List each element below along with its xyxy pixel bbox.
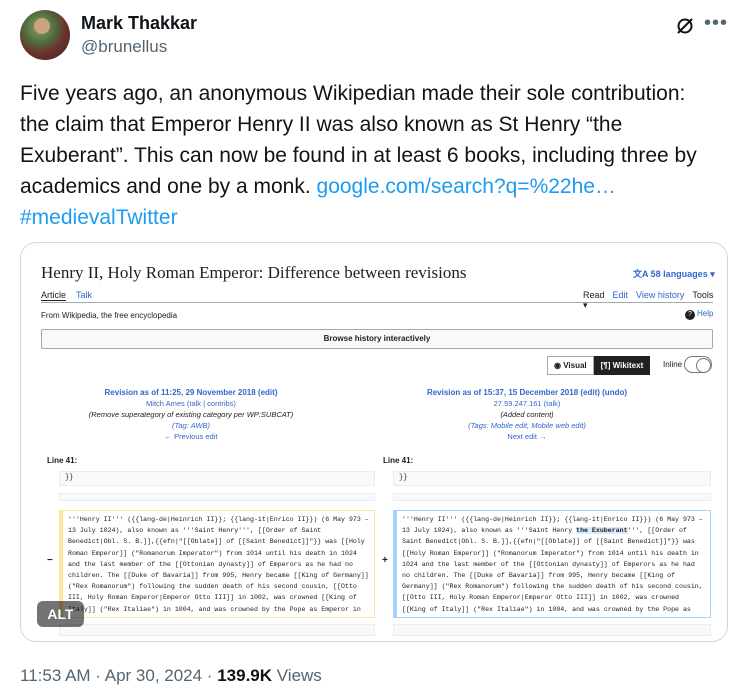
wikipedia-diff-screenshot: Henry II, Holy Roman Emperor: Difference… <box>21 243 727 641</box>
tab-read: Read <box>583 290 605 300</box>
old-revision-user: Mitch Ames (talk | contribs) <box>146 399 236 408</box>
new-revision-summary: (Added content) <box>500 410 554 419</box>
removed-line: '''Henry II''' ({{lang-de|Heinrich II}};… <box>59 510 375 618</box>
browse-history-button: Browse history interactively <box>41 329 713 349</box>
new-revision-header: Revision as of 15:37, 15 December 2018 (… <box>377 387 677 442</box>
views-count: 139.9K <box>217 666 273 685</box>
previous-edit-link: ← Previous edit <box>164 432 218 441</box>
trailing-line-right <box>393 624 711 636</box>
context-line-right: }} <box>393 471 711 486</box>
inline-switch <box>684 356 712 373</box>
alt-text-badge[interactable]: ALT <box>37 601 84 627</box>
visual-button: ◉ Visual <box>547 356 594 375</box>
added-marker: + <box>382 555 388 566</box>
removed-marker: − <box>47 555 53 566</box>
context-line-left: }} <box>59 471 375 486</box>
tab-talk: Talk <box>76 290 93 300</box>
page-title: Henry II, Holy Roman Emperor: Difference… <box>41 263 467 282</box>
wikitext-icon: [¶] <box>600 361 613 370</box>
next-edit-link: Next edit → <box>507 432 547 441</box>
old-revision-summary: (Remove superategory of existing categor… <box>88 410 294 419</box>
eye-icon: ◉ <box>554 361 564 370</box>
divider <box>41 302 713 303</box>
author-name[interactable]: Mark Thakkar <box>81 13 197 34</box>
timestamp[interactable]: 11:53 AM · Apr 30, 2024 · <box>20 666 217 685</box>
more-options-icon[interactable]: ••• <box>704 12 728 35</box>
blank-line-right <box>393 493 711 501</box>
old-revision-header: Revision as of 11:25, 29 November 2018 (… <box>41 387 341 442</box>
tweet-text: Five years ago, an anonymous Wikipedian … <box>20 78 720 233</box>
help-link: ? Help <box>685 309 713 320</box>
view-tabs: Read Edit View history Tools ▾ <box>583 290 727 311</box>
trailing-line-left <box>59 624 375 636</box>
inline-label: Inline <box>663 360 683 369</box>
new-revision-user: 27.59.247.161 (talk) <box>493 399 561 408</box>
new-revision-title: Revision as of 15:37, 15 December 2018 (… <box>426 388 628 397</box>
tweet-meta: 11:53 AM · Apr 30, 2024 · 139.9K Views <box>20 666 322 686</box>
line-label-right: Line 41: <box>383 456 414 465</box>
help-icon: ? <box>685 310 695 320</box>
added-highlight: the Exuberant <box>576 527 628 535</box>
languages-button: 文A 58 languages ▾ <box>633 269 715 279</box>
grok-icon[interactable] <box>675 16 695 36</box>
tab-article: Article <box>41 290 67 301</box>
translate-icon: 文A <box>633 269 651 279</box>
blank-line-left <box>59 493 375 501</box>
diff-mode-toggle: ◉ Visual [¶] Wikitext <box>547 356 651 375</box>
line-label-left: Line 41: <box>47 456 78 465</box>
attached-image[interactable]: Henry II, Holy Roman Emperor: Difference… <box>20 242 728 642</box>
views-label: Views <box>272 666 322 685</box>
tagline: From Wikipedia, the free encyclopedia <box>41 311 178 320</box>
tab-history: View history <box>636 290 685 300</box>
avatar[interactable] <box>20 10 70 60</box>
hashtag-link[interactable]: #medievalTwitter <box>20 206 178 229</box>
namespace-tabs: Article Talk <box>41 290 102 301</box>
tweet-header: Mark Thakkar @brunellus ••• <box>20 10 727 62</box>
added-line: '''Henry II''' ({{lang-de|Heinrich II}};… <box>393 510 711 618</box>
author-handle[interactable]: @brunellus <box>81 37 167 57</box>
new-revision-tag: (Tags: Mobile edit, Mobile web edit) <box>468 421 586 430</box>
tweet-link[interactable]: google.com/search?q=%22he… <box>317 175 616 198</box>
old-revision-title: Revision as of 11:25, 29 November 2018 (… <box>104 388 278 397</box>
old-revision-tag: (Tag: AWB) <box>171 421 211 430</box>
tab-edit: Edit <box>612 290 629 300</box>
wikitext-button: [¶] Wikitext <box>593 356 651 375</box>
